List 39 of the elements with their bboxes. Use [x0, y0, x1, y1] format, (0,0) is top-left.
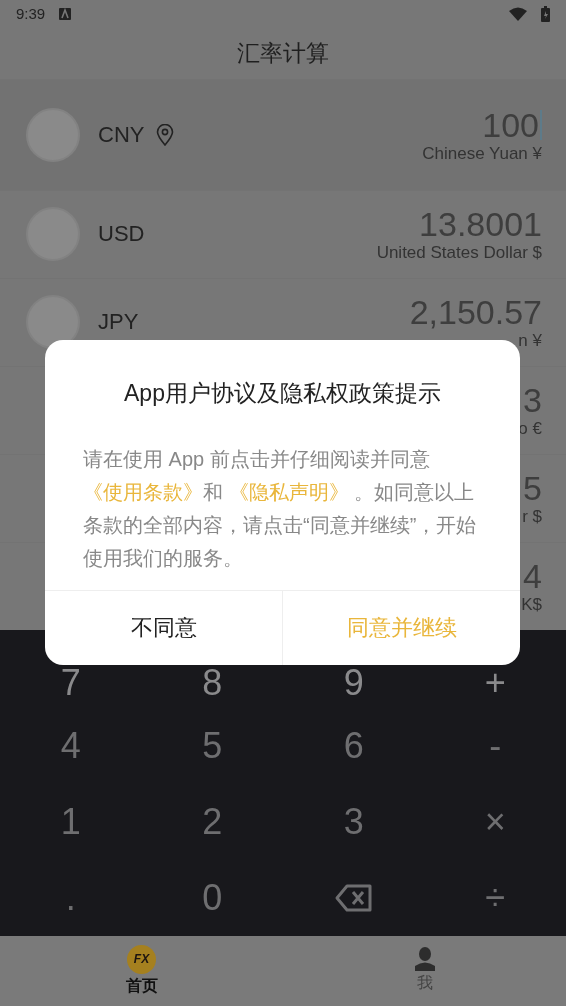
amount-value: 3 [523, 381, 542, 420]
keypad-key[interactable]: . [0, 859, 142, 936]
keypad-key[interactable]: - [424, 707, 566, 784]
dialog-message: 请在使用 App 前点击并仔细阅读并同意 《使用条款》和 《隐私声明》 。如同意以上条款的全部内容，请点击“同意并继续”，开始使用我们的服务。 [83, 447, 478, 571]
currency-name: r $ [522, 507, 542, 528]
status-time: 9:39 [16, 5, 46, 23]
agree-button[interactable]: 同意并继续 [282, 591, 520, 665]
amount-value: 13.8001 [419, 205, 542, 244]
policy-link[interactable]: 《使用条款》 [83, 481, 203, 503]
notification-icon [59, 7, 72, 20]
backspace-icon [334, 883, 373, 912]
currency-name: Chinese Yuan ¥ [422, 143, 542, 164]
fx-logo-icon: FX [127, 944, 156, 974]
page-title: 汇率计算 [237, 38, 329, 68]
currency-code: CNY [98, 121, 145, 148]
currency-name: United States Dollar $ [376, 243, 542, 264]
wifi-icon [509, 6, 527, 21]
keypad-key[interactable]: 2 [141, 783, 283, 860]
keypad-key[interactable]: 6 [283, 707, 425, 784]
amount-value: 5 [523, 469, 542, 508]
currency-code: JPY [98, 309, 139, 336]
dialog-title: App用户协议及隐私权政策提示 [123, 379, 442, 408]
amount-value: 2,150.57 [409, 293, 542, 332]
currency-code: USD [98, 221, 145, 248]
currency-name: K$ [521, 595, 542, 616]
policy-link[interactable]: 《隐私声明》 [228, 481, 349, 503]
keypad-key[interactable]: 0 [141, 859, 283, 936]
keypad-key[interactable]: 3 [283, 783, 425, 860]
currency-name: n ¥ [518, 331, 542, 352]
amount-value: 4 [523, 557, 542, 596]
keypad-key[interactable]: 5 [141, 707, 283, 784]
nav-tab[interactable]: FX 首页 [0, 935, 283, 1006]
keypad-key[interactable]: 4 [0, 707, 142, 784]
decline-button[interactable]: 不同意 [45, 591, 282, 665]
battery-icon [541, 5, 550, 22]
keypad-key[interactable]: × [424, 783, 566, 860]
person-icon [414, 947, 435, 972]
keypad-key[interactable]: 1 [0, 783, 142, 860]
keypad-key[interactable]: ÷ [424, 859, 566, 936]
